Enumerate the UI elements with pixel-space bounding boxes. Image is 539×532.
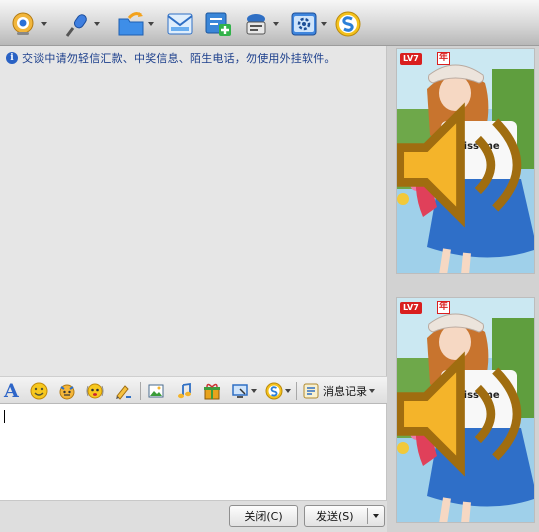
smiley-icon [30, 382, 48, 400]
screenshot-button[interactable] [231, 381, 257, 401]
contact-card-icon [246, 14, 266, 35]
message-history-label: 消息记录 [323, 385, 367, 398]
send-file-button[interactable] [117, 9, 154, 39]
message-input[interactable] [0, 404, 387, 500]
top-toolbar [0, 0, 539, 46]
shake-button[interactable] [86, 381, 104, 401]
close-button-label: 关闭(C) [244, 510, 283, 523]
soso-button[interactable] [334, 9, 362, 39]
gift-icon [204, 383, 220, 400]
info-icon: i [6, 52, 18, 64]
emoticon-button[interactable] [30, 381, 48, 401]
security-notice-text: 交谈中请勿轻信汇款、中奖信息、陌生电话，勿使用外挂软件。 [22, 52, 336, 65]
gift-button[interactable] [203, 381, 221, 401]
chevron-down-icon[interactable] [321, 22, 327, 26]
speaker-icon[interactable] [396, 52, 530, 274]
app-box-icon [291, 12, 317, 36]
security-notice: i 交谈中请勿轻信汇款、中奖信息、陌生电话，勿使用外挂软件。 [6, 50, 336, 66]
soso-icon [265, 382, 283, 400]
webcam-button[interactable] [10, 9, 47, 39]
add-note-button[interactable] [204, 9, 232, 39]
send-file-icon [118, 12, 144, 36]
input-toolbar: A 消息记录 [0, 376, 387, 404]
magic-face-icon [59, 384, 75, 400]
send-button[interactable]: 发送(S) [304, 505, 385, 527]
toolbar-divider [140, 382, 141, 400]
chevron-down-icon[interactable] [369, 389, 375, 393]
chevron-down-icon[interactable] [251, 389, 257, 393]
screenshot-icon [232, 384, 248, 398]
font-icon: A [4, 380, 19, 402]
close-button[interactable]: 关闭(C) [229, 505, 298, 527]
image-icon [148, 384, 164, 398]
music-icon [178, 382, 191, 399]
webcam-icon [12, 12, 34, 35]
shake-icon [86, 383, 104, 399]
speaker-icon[interactable] [396, 301, 530, 523]
send-image-button[interactable] [147, 381, 165, 401]
text-cursor [4, 410, 5, 423]
chevron-down-icon[interactable] [373, 514, 379, 518]
chevron-down-icon[interactable] [273, 22, 279, 26]
send-options-divider [367, 508, 368, 524]
bottom-bar: 关闭(C) 发送(S) [0, 500, 387, 532]
magic-face-button[interactable] [58, 381, 76, 401]
chevron-down-icon[interactable] [41, 22, 47, 26]
chevron-down-icon[interactable] [94, 22, 100, 26]
soso-icon [335, 11, 361, 37]
show-panel: kiss me LV7 年 kiss me LV7 年 [387, 46, 539, 532]
soso-search-button[interactable] [265, 381, 291, 401]
mail-button[interactable] [166, 9, 194, 39]
message-history-button[interactable]: 消息记录 [302, 381, 375, 401]
contact-card-button[interactable] [242, 9, 279, 39]
mail-icon [167, 13, 193, 35]
font-button[interactable]: A [4, 381, 19, 401]
scribble-button[interactable] [114, 381, 132, 401]
send-button-label: 发送(S) [316, 510, 354, 523]
message-display-area[interactable]: i 交谈中请勿轻信汇款、中奖信息、陌生电话，勿使用外挂软件。 [0, 46, 387, 376]
contact-show-photo[interactable]: kiss me LV7 年 [396, 48, 535, 274]
microphone-icon [65, 14, 87, 37]
message-history-icon [303, 383, 319, 399]
voice-button[interactable] [63, 9, 100, 39]
music-button[interactable] [175, 381, 193, 401]
toolbar-divider [296, 382, 297, 400]
my-show-photo[interactable]: kiss me LV7 年 [396, 297, 535, 523]
add-note-icon [205, 12, 231, 36]
chevron-down-icon[interactable] [285, 389, 291, 393]
scribble-icon [116, 385, 131, 400]
chevron-down-icon[interactable] [148, 22, 154, 26]
app-box-button[interactable] [290, 9, 327, 39]
